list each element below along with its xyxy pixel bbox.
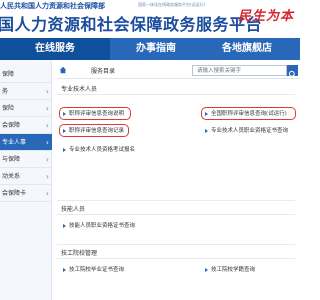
sidebar-item-label: 专业人事 [2, 139, 27, 146]
section-skilled: 技能人员 技能人员职业资格证书查询 [57, 200, 300, 240]
platform-title[interactable]: 国人力资源和社会保障政务服务平台 [0, 11, 262, 35]
service-directory-bar: 服务目录 [57, 62, 300, 79]
sidebar-item-label: 务 [2, 88, 9, 95]
bullet-triangle-icon [205, 128, 208, 133]
link-qualification-cert-query[interactable]: 专业技术人员职业资格证书查询 [205, 127, 288, 136]
sidebar-item-2[interactable]: 务 › [0, 83, 52, 100]
chevron-right-icon: › [45, 172, 49, 181]
section-title: 专业技术人员 [61, 86, 98, 93]
main-content: 服务目录 专业技术人员 职称评审信息查询说明 全国职称评审信息查询(试运行) 职… [57, 62, 300, 300]
search-icon [288, 70, 296, 78]
section-divider [57, 258, 295, 259]
highlight-box [59, 124, 129, 137]
section-divider [57, 94, 295, 95]
chevron-right-icon: › [45, 138, 49, 147]
link-student-status-query[interactable]: 技工院校学籍查询 [205, 266, 255, 275]
section-technical-school: 技工院校管理 技工院校毕业证书查询 技工院校学籍查询 [57, 244, 300, 300]
tab-local-stores[interactable]: 各地旗舰店 [202, 38, 292, 60]
sidebar-item-4[interactable]: 会保障 › [0, 117, 52, 134]
bullet-triangle-icon [63, 267, 66, 272]
search-button[interactable] [287, 65, 298, 78]
slogan: 民生为本 人 [238, 9, 300, 24]
home-icon[interactable] [59, 66, 67, 74]
sidebar-item-label: 保险 [2, 105, 15, 112]
sidebar-item-label: 与保障 [2, 156, 21, 163]
sidebar-item-1[interactable]: 保障 [0, 66, 52, 83]
service-directory-title: 服务目录 [91, 68, 116, 75]
sidebar-item-label: 保障 [2, 71, 15, 78]
section-divider [57, 200, 295, 201]
sidebar-item-label: 会保障卡 [2, 190, 27, 197]
site-header: 人民共和国人力资源和社会保障部 国家一体化在线政务服务平台(试运行) 国人力资源… [0, 0, 300, 38]
main-nav: 在线服务 办事指南 各地旗舰店 [0, 38, 300, 60]
tab-service-guide[interactable]: 办事指南 [116, 38, 196, 60]
chevron-right-icon: › [45, 104, 49, 113]
chevron-right-icon: › [45, 121, 49, 130]
sidebar-item-6[interactable]: 与保障 › [0, 151, 52, 168]
sidebar: 保障 务 › 保险 › 会保障 › 专业人事 › 与保障 › 动关系 › 会保障卡 › [0, 60, 52, 300]
section-divider [57, 214, 295, 215]
sidebar-item-8[interactable]: 会保障卡 › [0, 185, 52, 202]
section-divider [57, 244, 295, 245]
bullet-triangle-icon [205, 267, 208, 272]
highlight-box [59, 107, 131, 120]
sidebar-item-label: 动关系 [2, 173, 21, 180]
tab-online-service[interactable]: 在线服务 [0, 38, 110, 60]
ministry-name: 人民共和国人力资源和社会保障部 [0, 2, 105, 10]
section-title: 技能人员 [61, 206, 86, 213]
sidebar-item-professional[interactable]: 专业人事 › [0, 134, 52, 151]
section-title: 技工院校管理 [61, 250, 98, 257]
link-exam-registration[interactable]: 专业技术人员资格考试报名 [63, 146, 135, 155]
sidebar-item-label: 会保障 [2, 122, 21, 129]
chevron-right-icon: › [45, 189, 49, 198]
sidebar-item-7[interactable]: 动关系 › [0, 168, 52, 185]
chevron-right-icon: › [45, 155, 49, 164]
bullet-triangle-icon [63, 147, 66, 152]
sidebar-item-3[interactable]: 保险 › [0, 100, 52, 117]
section-professional: 专业技术人员 职称评审信息查询说明 全国职称评审信息查询(试运行) 职称评审信息… [57, 82, 300, 192]
bullet-triangle-icon [63, 223, 66, 228]
link-skill-cert-query[interactable]: 技能人员职业资格证书查询 [63, 222, 135, 231]
highlight-box [201, 107, 296, 120]
chevron-right-icon: › [45, 87, 49, 96]
link-graduation-cert-query[interactable]: 技工院校毕业证书查询 [63, 266, 124, 275]
search-input[interactable] [192, 65, 287, 76]
platform-tagline: 国家一体化在线政务服务平台(试运行) [138, 2, 206, 7]
